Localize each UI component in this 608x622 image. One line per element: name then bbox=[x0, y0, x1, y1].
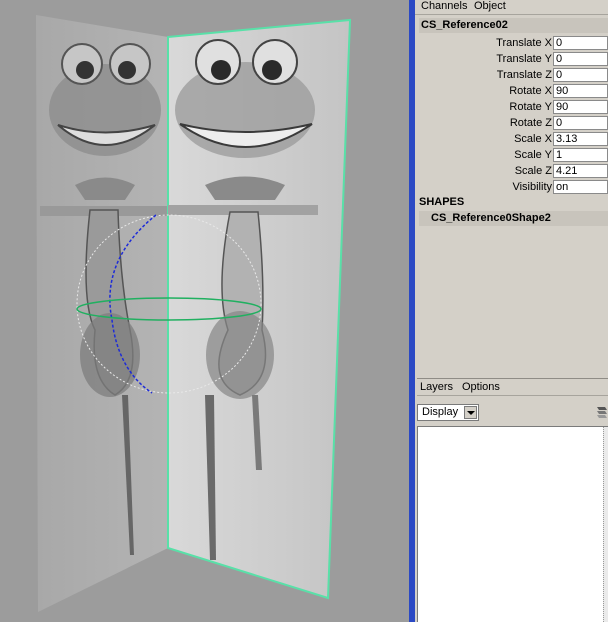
display-dropdown-label: Display bbox=[422, 406, 459, 418]
attr-label: Translate Y bbox=[496, 53, 552, 65]
layer-editor: Layers Options Display bbox=[417, 378, 608, 622]
attr-value-field[interactable]: 90 bbox=[553, 84, 608, 98]
reference-plane-left[interactable] bbox=[36, 15, 168, 612]
attr-value-field[interactable]: 1 bbox=[553, 148, 608, 162]
attr-scale-x[interactable]: Scale X 3.13 bbox=[419, 131, 608, 147]
menu-object[interactable]: Object bbox=[474, 0, 506, 13]
attr-label: Rotate X bbox=[509, 85, 552, 97]
attr-value-field[interactable]: 0 bbox=[553, 52, 608, 66]
menu-channels[interactable]: Channels bbox=[421, 0, 467, 13]
attr-value-field[interactable]: on bbox=[553, 180, 608, 194]
attr-label: Translate Z bbox=[496, 69, 552, 81]
attr-value-field[interactable]: 0 bbox=[553, 36, 608, 50]
attr-rotate-x[interactable]: Rotate X 90 bbox=[419, 83, 608, 99]
attr-label: Translate X bbox=[496, 37, 552, 49]
attr-value-field[interactable]: 90 bbox=[553, 100, 608, 114]
display-dropdown[interactable]: Display bbox=[417, 404, 479, 421]
attr-value-field[interactable]: 4.21 bbox=[553, 164, 608, 178]
attr-label: Rotate Y bbox=[509, 101, 552, 113]
attr-value-field[interactable]: 3.13 bbox=[553, 132, 608, 146]
right-panel: Channels Object CS_Reference02 Translate… bbox=[415, 0, 608, 622]
attr-label: Rotate Z bbox=[509, 117, 552, 129]
layer-list-scrollbar[interactable] bbox=[603, 427, 608, 622]
layer-options-icon[interactable] bbox=[594, 401, 608, 423]
attr-translate-x[interactable]: Translate X 0 bbox=[419, 35, 608, 51]
shape-item[interactable]: CS_Reference0Shape2 bbox=[419, 211, 608, 226]
attr-translate-y[interactable]: Translate Y 0 bbox=[419, 51, 608, 67]
attr-translate-z[interactable]: Translate Z 0 bbox=[419, 67, 608, 83]
attr-label: Scale Z bbox=[514, 165, 552, 177]
layer-menubar: Layers Options bbox=[417, 379, 608, 396]
attr-value-field[interactable]: 0 bbox=[553, 116, 608, 130]
attr-scale-z[interactable]: Scale Z 4.21 bbox=[419, 163, 608, 179]
viewport-scene bbox=[36, 15, 352, 612]
attr-label: Scale Y bbox=[514, 149, 552, 161]
attr-label: Visibility bbox=[512, 181, 552, 193]
menu-options[interactable]: Options bbox=[462, 381, 500, 393]
attr-visibility[interactable]: Visibility on bbox=[419, 179, 608, 195]
shapes-header: SHAPES bbox=[419, 196, 465, 208]
viewport-3d[interactable] bbox=[0, 0, 409, 622]
reference-plane-right[interactable] bbox=[167, 18, 352, 600]
channel-box-menubar: Channels Object bbox=[415, 0, 608, 15]
attr-rotate-z[interactable]: Rotate Z 0 bbox=[419, 115, 608, 131]
menu-layers[interactable]: Layers bbox=[420, 381, 453, 393]
object-name[interactable]: CS_Reference02 bbox=[419, 18, 608, 33]
dropdown-arrow-icon[interactable] bbox=[464, 406, 477, 419]
attr-value-field[interactable]: 0 bbox=[553, 68, 608, 82]
attr-scale-y[interactable]: Scale Y 1 bbox=[419, 147, 608, 163]
layer-list[interactable] bbox=[417, 426, 608, 622]
attr-label: Scale X bbox=[514, 133, 552, 145]
attr-rotate-y[interactable]: Rotate Y 90 bbox=[419, 99, 608, 115]
channel-box: CS_Reference02 Translate X 0 Translate Y… bbox=[417, 16, 608, 371]
